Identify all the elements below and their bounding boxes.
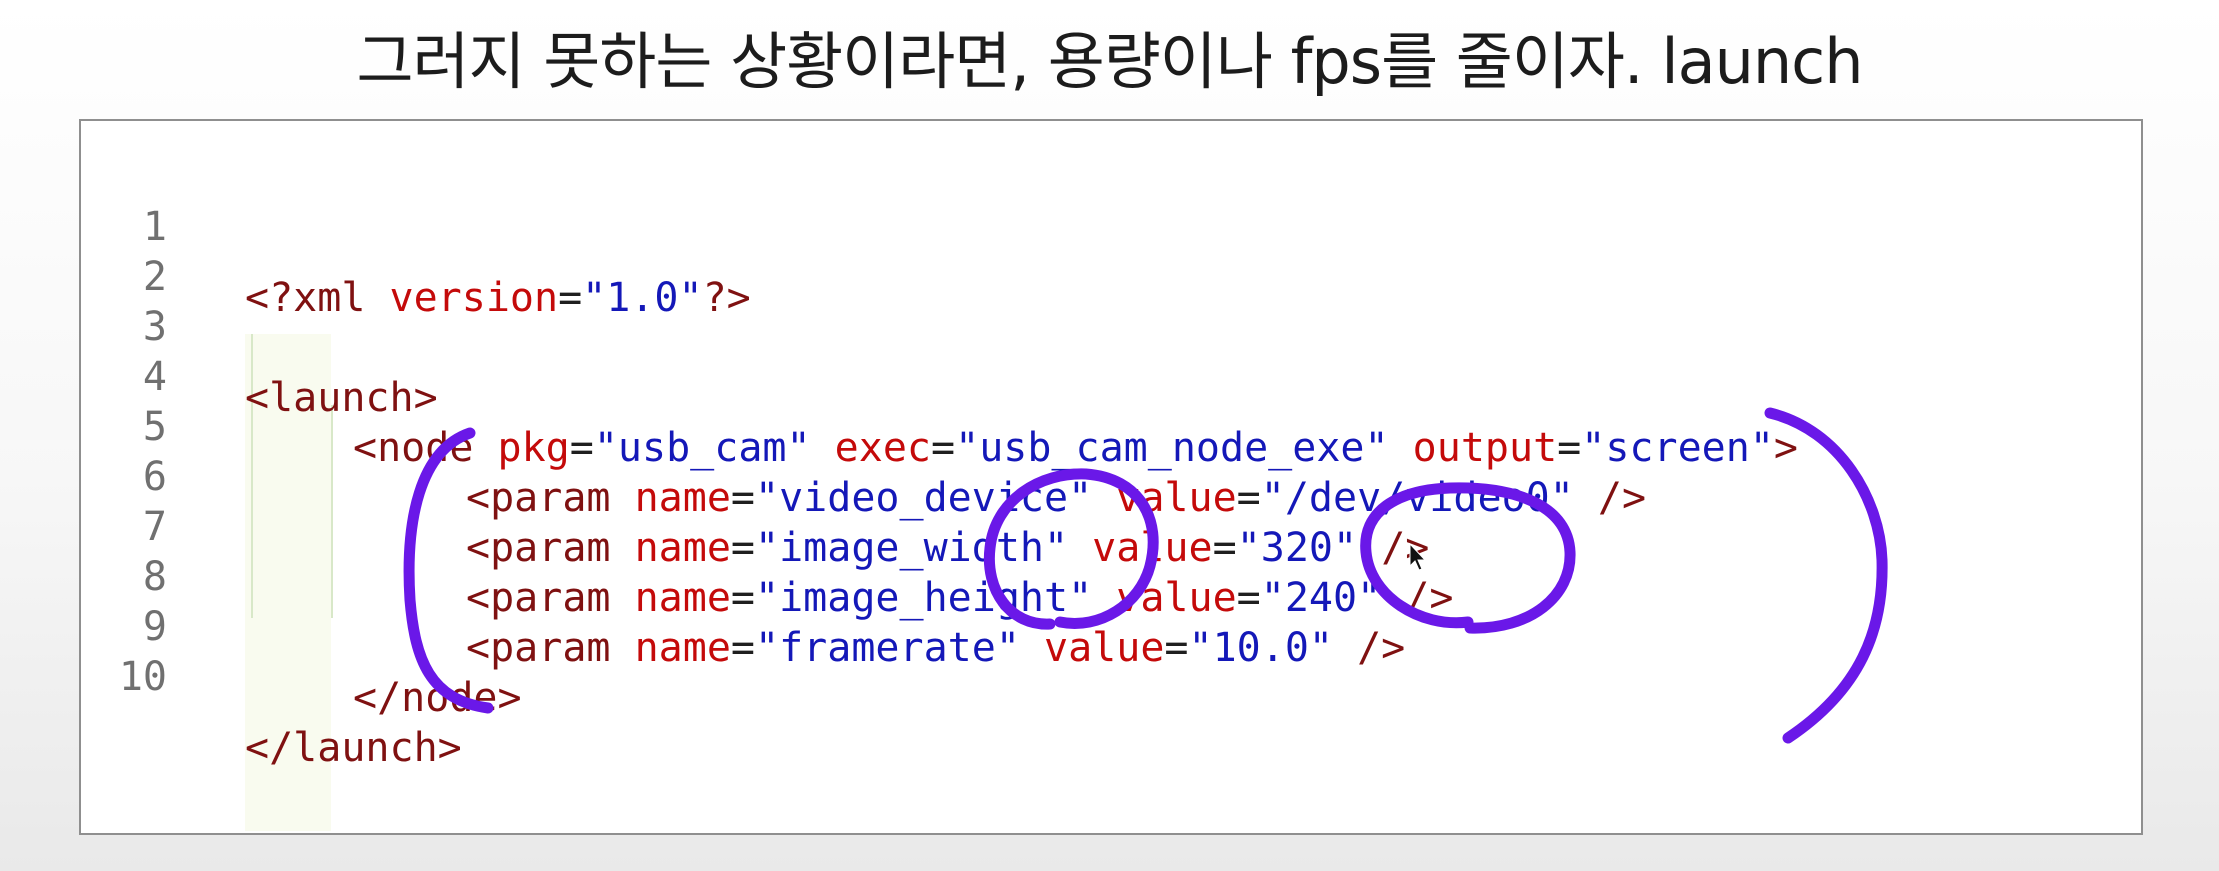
code-editor[interactable]: 1 <?xml version="1.0"?> 2 3 <launch> 4 <… <box>79 119 2143 835</box>
line-number: 10 <box>118 654 167 700</box>
subtitle-caption: 그러지 못하는 상황이라면, 용량이나 fps를 줄이자. launch <box>356 25 1863 98</box>
code-text: </launch> <box>245 713 462 784</box>
xml-tag: </launch> <box>245 725 462 771</box>
code-line-10[interactable]: 10 </launch> <box>81 571 2141 771</box>
